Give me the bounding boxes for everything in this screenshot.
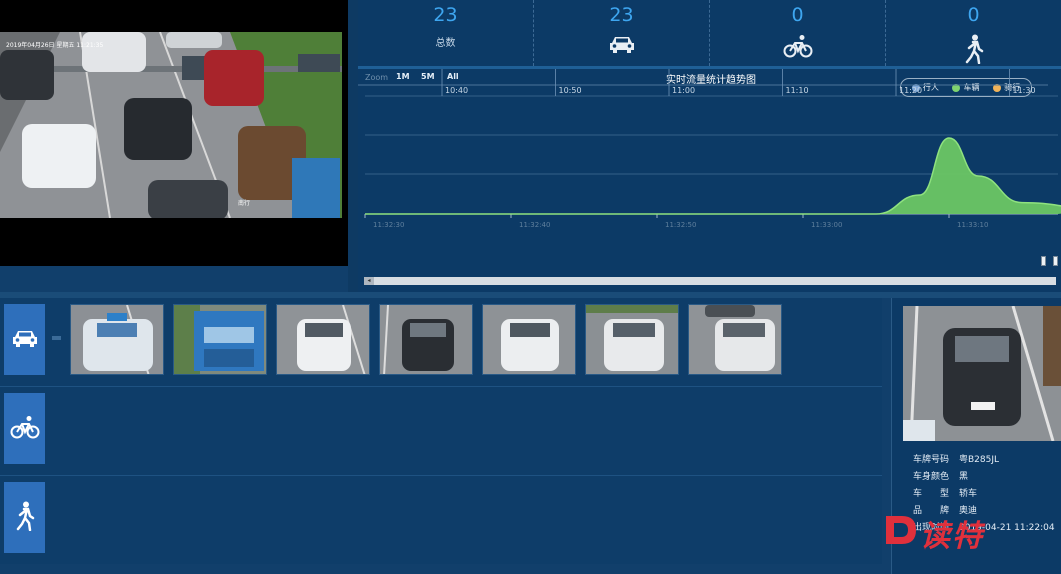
video-player[interactable]: 2019年04月26日 星期五 11:21:35 南行	[0, 0, 348, 266]
detail-type-label: 车 型	[913, 489, 950, 499]
navigator-tick-label: 11:00	[672, 86, 695, 95]
watermark-text: 读特	[920, 519, 984, 554]
scroll-left-arrow[interactable]: ◂	[364, 277, 374, 285]
series-area-vehicle	[365, 138, 1061, 215]
navigator-tick-label: 11:20	[899, 86, 922, 95]
vehicle-detail-image	[903, 306, 1061, 441]
detail-type-row: 车 型轿车	[913, 486, 1055, 503]
car-icon	[11, 328, 39, 352]
traffic-camera-frame: 2019年04月26日 星期五 11:21:35 南行	[0, 32, 342, 218]
navigator-left-handle[interactable]	[1041, 256, 1046, 266]
vehicle-thumbnail[interactable]	[379, 304, 473, 375]
stat-pedestrian-value: 0	[967, 4, 980, 26]
x-tick-label: 11:32:40	[519, 221, 550, 229]
navigator-tick-label: 11:30	[1013, 86, 1036, 95]
x-tick-label: 11:32:30	[373, 221, 404, 229]
vehicle-thumbnail[interactable]	[70, 304, 164, 375]
stat-bicycle-value: 0	[791, 4, 804, 26]
stat-total: 23 总数	[358, 0, 534, 66]
stat-pedestrian: 0	[886, 0, 1061, 66]
chart-scrollbar[interactable]: ◂	[364, 277, 1056, 285]
stat-vehicle: 23	[534, 0, 710, 66]
panel-gap	[348, 0, 358, 292]
detail-type-value: 轿车	[959, 489, 978, 499]
detail-color-label: 车身颜色	[913, 472, 950, 482]
traffic-trend-chart: Zoom 1M 5M All 实时流量统计趋势图 11:32:30 11:32:4…	[358, 69, 1061, 292]
navigator-tick-label: 10:50	[559, 86, 582, 95]
row-indicator	[52, 336, 61, 340]
vehicle-thumbnail[interactable]	[482, 304, 576, 375]
car-icon	[608, 34, 636, 58]
vehicle-row	[0, 298, 882, 386]
stat-vehicle-value: 23	[609, 4, 634, 26]
chart-navigator[interactable]: 10:40 10:50 11:00 11:10 11:20 11:30	[358, 69, 1048, 97]
detail-color-value: 黑	[959, 472, 969, 482]
vehicle-thumbnail[interactable]	[688, 304, 782, 375]
x-tick-label: 11:33:00	[811, 221, 842, 229]
bicycle-icon	[10, 415, 40, 443]
video-timestamp: 2019年04月26日 星期五 11:21:35	[6, 42, 104, 49]
stat-bicycle: 0	[710, 0, 886, 66]
detail-plate-value: 粤B285JL	[959, 455, 1000, 465]
watermark-logo-icon	[886, 516, 916, 544]
pedestrian-row	[0, 476, 882, 564]
pedestrian-category-button[interactable]	[4, 482, 45, 553]
vehicle-thumbnail[interactable]	[276, 304, 370, 375]
pedestrian-icon	[15, 501, 35, 535]
bicycle-row	[0, 387, 882, 475]
x-tick-label: 11:33:10	[957, 221, 988, 229]
stats-bar: 23 总数 23 0 0	[358, 0, 1061, 66]
vehicle-thumbnail[interactable]	[173, 304, 267, 375]
bicycle-category-button[interactable]	[4, 393, 45, 464]
vehicle-thumbnail[interactable]	[585, 304, 679, 375]
navigator-tick-label: 11:10	[786, 86, 809, 95]
pedestrian-icon	[964, 34, 984, 68]
stat-total-value: 23	[433, 4, 458, 26]
navigator-right-handle[interactable]	[1053, 256, 1058, 266]
detail-color-row: 车身颜色黑	[913, 469, 1055, 486]
vehicle-thumbnails	[70, 304, 782, 375]
detail-plate-label: 车牌号码	[913, 455, 950, 465]
bicycle-icon	[783, 34, 813, 62]
video-direction-tag: 南行	[238, 200, 251, 207]
x-tick-label: 11:32:50	[665, 221, 696, 229]
stat-total-label: 总数	[435, 38, 456, 49]
detail-plate-row: 车牌号码 粤B285JL	[913, 452, 1055, 469]
vehicle-category-button[interactable]	[4, 304, 45, 375]
navigator-tick-label: 10:40	[445, 86, 468, 95]
